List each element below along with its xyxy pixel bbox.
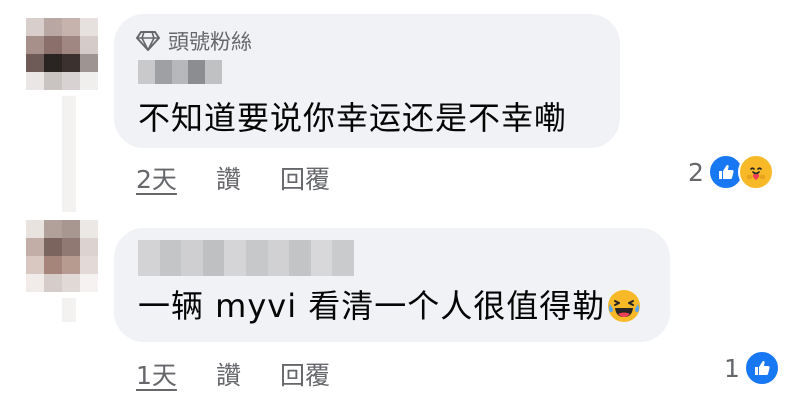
reply-button[interactable]: 回覆: [280, 160, 330, 196]
like-icon: [743, 350, 780, 386]
like-button[interactable]: 讚: [216, 160, 241, 196]
reaction-summary[interactable]: 1: [724, 350, 780, 386]
like-button[interactable]: 讚: [216, 356, 241, 392]
comment-text: 不知道要说你幸运还是不幸嘞: [138, 99, 568, 137]
care-icon: [737, 154, 774, 190]
reaction-summary[interactable]: 2: [688, 154, 774, 190]
reaction-count: 1: [724, 353, 740, 383]
avatar[interactable]: [26, 18, 98, 90]
comment-text-content: 一辆 myvi 看清一个人很值得勒: [138, 287, 606, 325]
author-name-redacted[interactable]: [138, 240, 354, 276]
thread-line: [62, 298, 76, 322]
badge-label: 頭號粉絲: [168, 30, 252, 54]
reaction-count: 2: [688, 157, 704, 187]
top-fan-badge[interactable]: 頭號粉絲: [136, 26, 252, 56]
comment-text: 一辆 myvi 看清一个人很值得勒: [138, 286, 641, 332]
avatar[interactable]: [26, 220, 98, 292]
author-name-redacted[interactable]: [138, 60, 222, 84]
diamond-icon: [136, 31, 160, 51]
laughing-crying-emoji: [607, 289, 641, 332]
comment-timestamp[interactable]: 2天: [136, 160, 177, 196]
reply-button[interactable]: 回覆: [280, 356, 330, 392]
thread-line: [62, 96, 76, 212]
comment-timestamp[interactable]: 1天: [136, 356, 177, 392]
